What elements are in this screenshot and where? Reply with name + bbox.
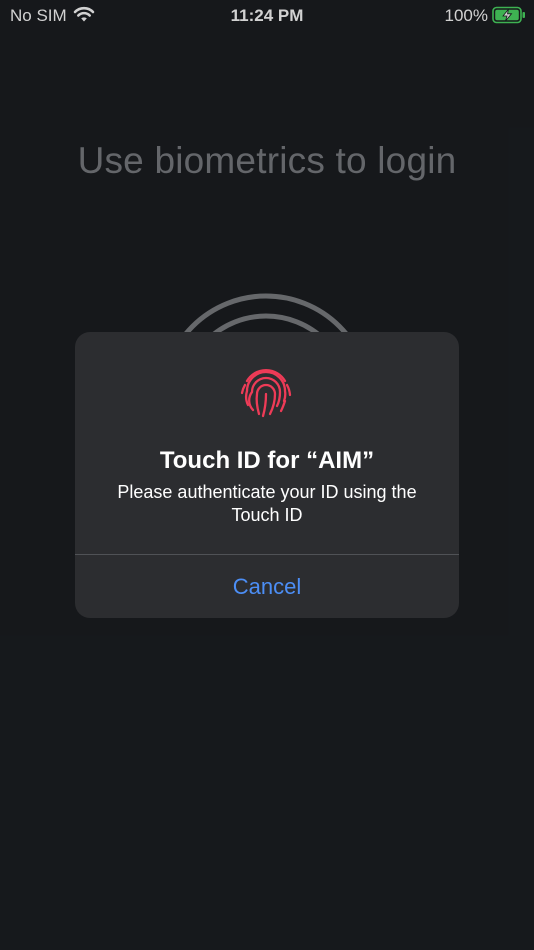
fingerprint-icon: [240, 368, 292, 418]
dialog-message: Please authenticate your ID using the To…: [117, 482, 417, 525]
cancel-button[interactable]: Cancel: [75, 555, 459, 618]
dialog-title: Touch ID for “AIM”: [159, 447, 375, 474]
